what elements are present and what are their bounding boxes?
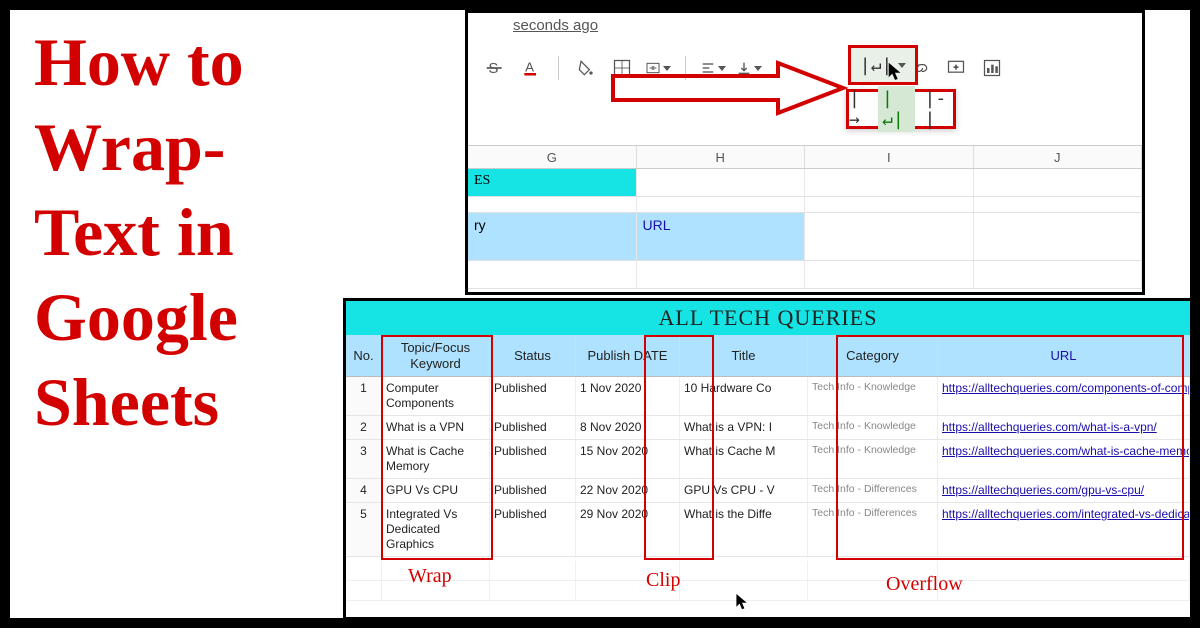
cell-title[interactable]: 10 Hardware Co bbox=[680, 377, 808, 415]
col-title[interactable]: Title bbox=[680, 335, 808, 376]
cell-keyword[interactable]: Integrated Vs Dedicated Graphics bbox=[382, 503, 490, 556]
text-wrap-dropdown: |→ |↵| |-| bbox=[846, 89, 956, 129]
cursor-icon bbox=[734, 592, 750, 615]
cell[interactable]: ES bbox=[468, 169, 637, 196]
insert-chart-icon[interactable] bbox=[979, 55, 1005, 81]
cell-url[interactable]: https://alltechqueries.com/what-is-a-vpn… bbox=[938, 416, 1190, 439]
sheet-body: 1Computer ComponentsPublished1 Nov 20201… bbox=[346, 377, 1190, 557]
table-row: 2What is a VPNPublished8 Nov 2020What is… bbox=[346, 416, 1190, 440]
clip-option[interactable]: |-| bbox=[925, 88, 954, 130]
sheet-header-row: No. Topic/Focus Keyword Status Publish D… bbox=[346, 335, 1190, 377]
spreadsheet-panel: ALL TECH QUERIES No. Topic/Focus Keyword… bbox=[343, 298, 1193, 620]
col-header[interactable]: J bbox=[974, 146, 1143, 168]
clip-label: Clip bbox=[646, 569, 680, 592]
insert-comment-icon[interactable] bbox=[943, 55, 969, 81]
col-keyword[interactable]: Topic/Focus Keyword bbox=[382, 335, 490, 376]
col-status[interactable]: Status bbox=[490, 335, 576, 376]
sheet-title: ALL TECH QUERIES bbox=[346, 301, 1190, 335]
cell-url[interactable]: https://alltechqueries.com/what-is-cache… bbox=[938, 440, 1190, 478]
separator bbox=[558, 56, 559, 80]
col-header[interactable]: H bbox=[637, 146, 806, 168]
cell-status[interactable]: Published bbox=[490, 377, 576, 415]
fill-color-icon[interactable] bbox=[573, 55, 599, 81]
cell-category[interactable]: Tech Info - Knowledge bbox=[808, 377, 938, 415]
table-row: 3What is Cache MemoryPublished15 Nov 202… bbox=[346, 440, 1190, 479]
cell-status[interactable]: Published bbox=[490, 479, 576, 502]
cell-status[interactable]: Published bbox=[490, 416, 576, 439]
svg-text:A: A bbox=[525, 59, 534, 74]
cell-no[interactable]: 2 bbox=[346, 416, 382, 439]
table-row: 5Integrated Vs Dedicated GraphicsPublish… bbox=[346, 503, 1190, 557]
strikethrough-icon[interactable]: S bbox=[482, 55, 508, 81]
cell-no[interactable]: 4 bbox=[346, 479, 382, 502]
toolbar-panel: seconds ago S A A |↵| |→ |↵| |-| G H I J bbox=[465, 10, 1145, 295]
cell-no[interactable]: 5 bbox=[346, 503, 382, 556]
save-status: seconds ago bbox=[513, 17, 598, 34]
overflow-option[interactable]: |→ bbox=[849, 88, 868, 130]
cell-no[interactable]: 1 bbox=[346, 377, 382, 415]
cell-date[interactable]: 22 Nov 2020 bbox=[576, 479, 680, 502]
cell-keyword[interactable]: What is Cache Memory bbox=[382, 440, 490, 478]
cell-status[interactable]: Published bbox=[490, 440, 576, 478]
cell-url[interactable]: https://alltechqueries.com/components-of… bbox=[938, 377, 1190, 415]
col-header[interactable]: I bbox=[805, 146, 974, 168]
cell[interactable]: ry bbox=[468, 213, 637, 260]
wrap-label: Wrap bbox=[408, 565, 452, 588]
cell-date[interactable]: 1 Nov 2020 bbox=[576, 377, 680, 415]
cell-no[interactable]: 3 bbox=[346, 440, 382, 478]
cell-date[interactable]: 8 Nov 2020 bbox=[576, 416, 680, 439]
text-color-icon[interactable]: A bbox=[518, 55, 544, 81]
cell-date[interactable]: 29 Nov 2020 bbox=[576, 503, 680, 556]
text-wrap-button[interactable]: |↵| bbox=[848, 45, 918, 85]
col-date[interactable]: Publish DATE bbox=[576, 335, 680, 376]
cell-title[interactable]: What is the Diffe bbox=[680, 503, 808, 556]
cell-url[interactable]: https://alltechqueries.com/integrated-vs… bbox=[938, 503, 1190, 556]
cell-keyword[interactable]: What is a VPN bbox=[382, 416, 490, 439]
cell-category[interactable]: Tech Info - Differences bbox=[808, 479, 938, 502]
mini-grid: ES ryURL bbox=[468, 169, 1142, 292]
col-header[interactable]: G bbox=[468, 146, 637, 168]
cell-keyword[interactable]: Computer Components bbox=[382, 377, 490, 415]
cell-date[interactable]: 15 Nov 2020 bbox=[576, 440, 680, 478]
cell-category[interactable]: Tech Info - Knowledge bbox=[808, 440, 938, 478]
col-no[interactable]: No. bbox=[346, 335, 382, 376]
page-title: How to Wrap-Text in Google Sheets bbox=[34, 20, 344, 445]
overflow-label: Overflow bbox=[886, 573, 963, 596]
wrap-option[interactable]: |↵| bbox=[878, 86, 915, 132]
cell-category[interactable]: Tech Info - Differences bbox=[808, 503, 938, 556]
table-row: 1Computer ComponentsPublished1 Nov 20201… bbox=[346, 377, 1190, 416]
table-row: 4GPU Vs CPUPublished22 Nov 2020GPU Vs CP… bbox=[346, 479, 1190, 503]
cell-title[interactable]: What is Cache M bbox=[680, 440, 808, 478]
cell-title[interactable]: GPU Vs CPU - V bbox=[680, 479, 808, 502]
column-headers: G H I J bbox=[468, 145, 1142, 169]
cell-category[interactable]: Tech Info - Knowledge bbox=[808, 416, 938, 439]
col-category[interactable]: Category bbox=[808, 335, 938, 376]
cursor-icon bbox=[886, 61, 904, 83]
cell-title[interactable]: What is a VPN: I bbox=[680, 416, 808, 439]
arrow-annotation bbox=[608, 58, 848, 118]
cell-status[interactable]: Published bbox=[490, 503, 576, 556]
cell-url[interactable]: https://alltechqueries.com/gpu-vs-cpu/ bbox=[938, 479, 1190, 502]
cell[interactable]: URL bbox=[637, 213, 806, 260]
cell-keyword[interactable]: GPU Vs CPU bbox=[382, 479, 490, 502]
col-url[interactable]: URL bbox=[938, 335, 1190, 376]
